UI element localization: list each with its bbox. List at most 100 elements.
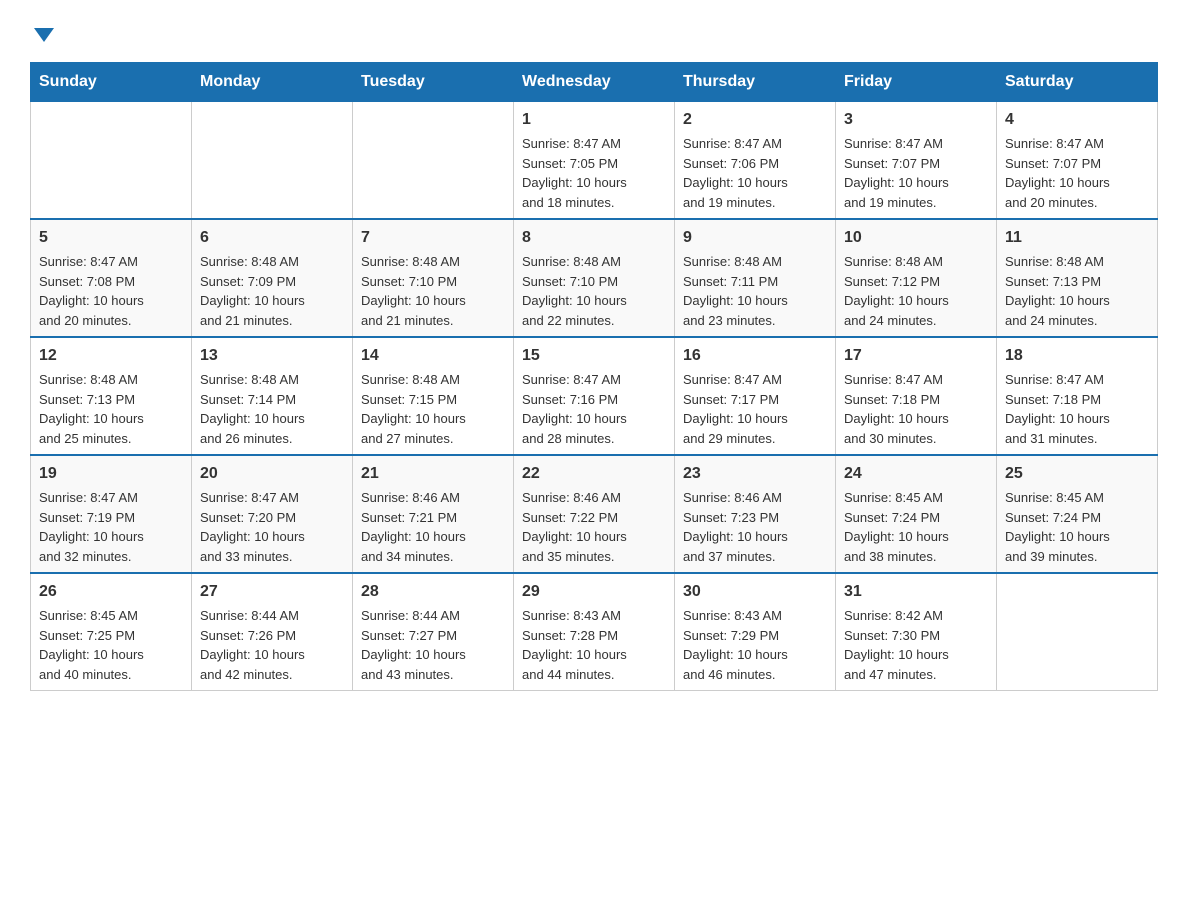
day-info: Sunrise: 8:48 AMSunset: 7:09 PMDaylight:…	[200, 252, 344, 330]
calendar-cell: 21Sunrise: 8:46 AMSunset: 7:21 PMDayligh…	[353, 455, 514, 573]
day-info: Sunrise: 8:46 AMSunset: 7:22 PMDaylight:…	[522, 488, 666, 566]
weekday-header-thursday: Thursday	[675, 63, 836, 102]
day-number: 23	[683, 462, 827, 486]
day-info: Sunrise: 8:47 AMSunset: 7:19 PMDaylight:…	[39, 488, 183, 566]
week-row-3: 12Sunrise: 8:48 AMSunset: 7:13 PMDayligh…	[31, 337, 1158, 455]
day-info: Sunrise: 8:47 AMSunset: 7:18 PMDaylight:…	[844, 370, 988, 448]
day-number: 18	[1005, 344, 1149, 368]
weekday-header-row: SundayMondayTuesdayWednesdayThursdayFrid…	[31, 63, 1158, 102]
day-number: 30	[683, 580, 827, 604]
day-info: Sunrise: 8:48 AMSunset: 7:12 PMDaylight:…	[844, 252, 988, 330]
header	[30, 20, 1158, 42]
calendar-cell: 27Sunrise: 8:44 AMSunset: 7:26 PMDayligh…	[192, 573, 353, 691]
day-info: Sunrise: 8:47 AMSunset: 7:16 PMDaylight:…	[522, 370, 666, 448]
day-info: Sunrise: 8:48 AMSunset: 7:13 PMDaylight:…	[39, 370, 183, 448]
day-number: 10	[844, 226, 988, 250]
day-info: Sunrise: 8:48 AMSunset: 7:13 PMDaylight:…	[1005, 252, 1149, 330]
calendar-cell	[997, 573, 1158, 691]
calendar-cell: 13Sunrise: 8:48 AMSunset: 7:14 PMDayligh…	[192, 337, 353, 455]
day-info: Sunrise: 8:43 AMSunset: 7:29 PMDaylight:…	[683, 606, 827, 684]
calendar-cell: 23Sunrise: 8:46 AMSunset: 7:23 PMDayligh…	[675, 455, 836, 573]
day-info: Sunrise: 8:45 AMSunset: 7:24 PMDaylight:…	[844, 488, 988, 566]
weekday-header-monday: Monday	[192, 63, 353, 102]
calendar-cell: 16Sunrise: 8:47 AMSunset: 7:17 PMDayligh…	[675, 337, 836, 455]
calendar-cell: 4Sunrise: 8:47 AMSunset: 7:07 PMDaylight…	[997, 102, 1158, 220]
calendar-cell: 11Sunrise: 8:48 AMSunset: 7:13 PMDayligh…	[997, 219, 1158, 337]
day-number: 14	[361, 344, 505, 368]
day-number: 31	[844, 580, 988, 604]
logo-triangle-icon	[34, 28, 54, 42]
calendar-cell	[192, 102, 353, 220]
day-number: 1	[522, 108, 666, 132]
day-info: Sunrise: 8:48 AMSunset: 7:10 PMDaylight:…	[361, 252, 505, 330]
weekday-header-sunday: Sunday	[31, 63, 192, 102]
calendar-cell: 31Sunrise: 8:42 AMSunset: 7:30 PMDayligh…	[836, 573, 997, 691]
calendar-cell: 9Sunrise: 8:48 AMSunset: 7:11 PMDaylight…	[675, 219, 836, 337]
day-info: Sunrise: 8:47 AMSunset: 7:08 PMDaylight:…	[39, 252, 183, 330]
calendar-body: 1Sunrise: 8:47 AMSunset: 7:05 PMDaylight…	[31, 102, 1158, 691]
calendar-cell: 12Sunrise: 8:48 AMSunset: 7:13 PMDayligh…	[31, 337, 192, 455]
day-info: Sunrise: 8:47 AMSunset: 7:07 PMDaylight:…	[1005, 134, 1149, 212]
day-number: 5	[39, 226, 183, 250]
day-number: 11	[1005, 226, 1149, 250]
day-number: 12	[39, 344, 183, 368]
calendar-cell: 26Sunrise: 8:45 AMSunset: 7:25 PMDayligh…	[31, 573, 192, 691]
calendar-cell: 24Sunrise: 8:45 AMSunset: 7:24 PMDayligh…	[836, 455, 997, 573]
day-number: 29	[522, 580, 666, 604]
calendar-cell: 28Sunrise: 8:44 AMSunset: 7:27 PMDayligh…	[353, 573, 514, 691]
day-number: 21	[361, 462, 505, 486]
week-row-1: 1Sunrise: 8:47 AMSunset: 7:05 PMDaylight…	[31, 102, 1158, 220]
weekday-header-friday: Friday	[836, 63, 997, 102]
day-number: 15	[522, 344, 666, 368]
calendar-cell: 1Sunrise: 8:47 AMSunset: 7:05 PMDaylight…	[514, 102, 675, 220]
day-info: Sunrise: 8:47 AMSunset: 7:17 PMDaylight:…	[683, 370, 827, 448]
day-info: Sunrise: 8:43 AMSunset: 7:28 PMDaylight:…	[522, 606, 666, 684]
day-number: 17	[844, 344, 988, 368]
day-info: Sunrise: 8:47 AMSunset: 7:05 PMDaylight:…	[522, 134, 666, 212]
day-number: 25	[1005, 462, 1149, 486]
weekday-header-wednesday: Wednesday	[514, 63, 675, 102]
weekday-header-saturday: Saturday	[997, 63, 1158, 102]
day-info: Sunrise: 8:47 AMSunset: 7:07 PMDaylight:…	[844, 134, 988, 212]
calendar-cell: 25Sunrise: 8:45 AMSunset: 7:24 PMDayligh…	[997, 455, 1158, 573]
day-info: Sunrise: 8:47 AMSunset: 7:18 PMDaylight:…	[1005, 370, 1149, 448]
calendar-cell: 5Sunrise: 8:47 AMSunset: 7:08 PMDaylight…	[31, 219, 192, 337]
calendar-cell: 7Sunrise: 8:48 AMSunset: 7:10 PMDaylight…	[353, 219, 514, 337]
calendar-cell: 8Sunrise: 8:48 AMSunset: 7:10 PMDaylight…	[514, 219, 675, 337]
calendar-cell: 30Sunrise: 8:43 AMSunset: 7:29 PMDayligh…	[675, 573, 836, 691]
calendar-cell: 14Sunrise: 8:48 AMSunset: 7:15 PMDayligh…	[353, 337, 514, 455]
calendar-cell: 17Sunrise: 8:47 AMSunset: 7:18 PMDayligh…	[836, 337, 997, 455]
day-number: 19	[39, 462, 183, 486]
calendar-cell: 2Sunrise: 8:47 AMSunset: 7:06 PMDaylight…	[675, 102, 836, 220]
day-number: 8	[522, 226, 666, 250]
day-number: 28	[361, 580, 505, 604]
day-number: 6	[200, 226, 344, 250]
logo	[30, 20, 70, 42]
day-info: Sunrise: 8:47 AMSunset: 7:20 PMDaylight:…	[200, 488, 344, 566]
week-row-2: 5Sunrise: 8:47 AMSunset: 7:08 PMDaylight…	[31, 219, 1158, 337]
day-info: Sunrise: 8:44 AMSunset: 7:26 PMDaylight:…	[200, 606, 344, 684]
day-info: Sunrise: 8:48 AMSunset: 7:15 PMDaylight:…	[361, 370, 505, 448]
weekday-header-tuesday: Tuesday	[353, 63, 514, 102]
day-number: 22	[522, 462, 666, 486]
day-number: 9	[683, 226, 827, 250]
day-info: Sunrise: 8:46 AMSunset: 7:21 PMDaylight:…	[361, 488, 505, 566]
day-info: Sunrise: 8:48 AMSunset: 7:14 PMDaylight:…	[200, 370, 344, 448]
day-info: Sunrise: 8:44 AMSunset: 7:27 PMDaylight:…	[361, 606, 505, 684]
calendar-cell: 6Sunrise: 8:48 AMSunset: 7:09 PMDaylight…	[192, 219, 353, 337]
day-number: 24	[844, 462, 988, 486]
calendar-cell: 29Sunrise: 8:43 AMSunset: 7:28 PMDayligh…	[514, 573, 675, 691]
calendar-header: SundayMondayTuesdayWednesdayThursdayFrid…	[31, 63, 1158, 102]
day-number: 3	[844, 108, 988, 132]
day-number: 13	[200, 344, 344, 368]
calendar-cell: 15Sunrise: 8:47 AMSunset: 7:16 PMDayligh…	[514, 337, 675, 455]
day-info: Sunrise: 8:48 AMSunset: 7:10 PMDaylight:…	[522, 252, 666, 330]
calendar-cell: 22Sunrise: 8:46 AMSunset: 7:22 PMDayligh…	[514, 455, 675, 573]
calendar: SundayMondayTuesdayWednesdayThursdayFrid…	[30, 62, 1158, 691]
day-number: 2	[683, 108, 827, 132]
day-number: 4	[1005, 108, 1149, 132]
day-number: 20	[200, 462, 344, 486]
calendar-cell: 19Sunrise: 8:47 AMSunset: 7:19 PMDayligh…	[31, 455, 192, 573]
day-number: 26	[39, 580, 183, 604]
calendar-cell	[353, 102, 514, 220]
